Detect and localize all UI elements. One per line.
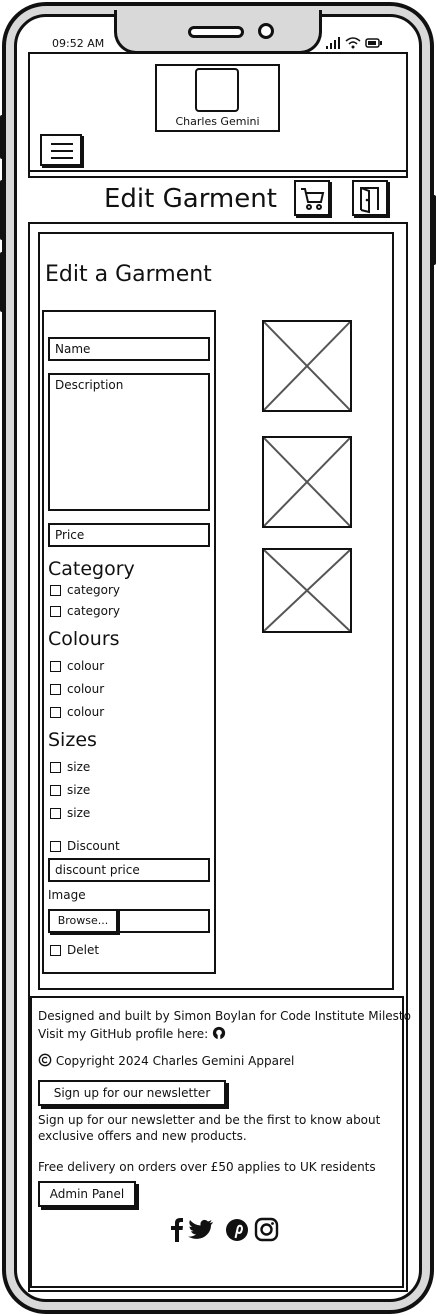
delete-checkbox[interactable]: Delet [50, 943, 99, 957]
browse-button[interactable]: Browse... [48, 909, 118, 933]
copyright-line: Copyright 2024 Charles Gemini Apparel [38, 1053, 294, 1069]
facebook-icon[interactable] [171, 1218, 183, 1242]
price-input[interactable]: Price [48, 523, 210, 547]
description-textarea[interactable]: Description [48, 373, 210, 511]
signal-wifi-battery-icon [326, 37, 382, 49]
image-placeholder-icon [263, 437, 351, 527]
github-line: Visit my GitHub profile here: [38, 1026, 226, 1042]
logout-button[interactable] [352, 180, 388, 216]
page-title: Edit Garment [104, 184, 277, 214]
copyright-text: Copyright 2024 Charles Gemini Apparel [55, 1054, 295, 1068]
phone-side-button [0, 115, 5, 159]
logo-image-icon [195, 68, 239, 112]
phone-side-button [0, 180, 5, 240]
hamburger-menu-icon [51, 150, 73, 152]
discount-checkbox[interactable]: Discount [50, 839, 120, 853]
phone-speaker [188, 26, 244, 38]
instagram-icon[interactable] [254, 1217, 279, 1242]
name-input[interactable]: Name [48, 337, 210, 361]
size-checkbox[interactable]: size [50, 783, 90, 797]
category-checkbox[interactable]: category [50, 583, 120, 597]
colours-heading: Colours [48, 628, 120, 650]
cart-button[interactable] [294, 180, 330, 216]
pinterest-icon[interactable] [226, 1219, 248, 1241]
hamburger-menu-icon [51, 143, 73, 145]
colour-checkbox[interactable]: colour [50, 682, 104, 696]
image-placeholder-icon [263, 321, 351, 411]
twitter-icon[interactable] [188, 1219, 213, 1239]
discount-price-input[interactable]: discount price [48, 858, 210, 882]
menu-button[interactable] [40, 134, 82, 166]
colour-checkbox[interactable]: colour [50, 659, 104, 673]
status-time: 09:52 AM [52, 37, 105, 50]
garment-image-placeholder [262, 548, 352, 633]
size-checkbox[interactable]: size [50, 760, 90, 774]
form-heading: Edit a Garment [45, 262, 212, 287]
cart-icon [301, 188, 325, 210]
footer-credits: Designed and built by Simon Boylan for C… [38, 1009, 411, 1023]
newsletter-text: exclusive offers and new products. [38, 1129, 247, 1143]
status-icons [326, 36, 386, 53]
copyright-icon [38, 1053, 52, 1067]
admin-panel-button[interactable]: Admin Panel [38, 1181, 136, 1207]
newsletter-button[interactable]: Sign up for our newsletter [38, 1080, 226, 1106]
logout-door-icon [360, 187, 379, 214]
hamburger-menu-icon [51, 157, 73, 159]
sizes-heading: Sizes [48, 729, 97, 751]
newsletter-text: Sign up for our newsletter and be the fi… [38, 1113, 381, 1127]
image-label: Image [48, 888, 86, 902]
delivery-text: Free delivery on orders over £50 applies… [38, 1160, 376, 1174]
phone-side-button [431, 195, 436, 265]
garment-image-placeholder [262, 436, 352, 528]
category-checkbox[interactable]: category [50, 604, 120, 618]
phone-side-button [0, 252, 5, 312]
logo-text: Charles Gemini [175, 115, 260, 128]
phone-camera [258, 23, 274, 39]
garment-image-placeholder [262, 320, 352, 412]
image-placeholder-icon [263, 549, 351, 632]
category-heading: Category [48, 558, 135, 580]
header-divider [28, 170, 408, 172]
github-text: Visit my GitHub profile here: [38, 1027, 209, 1041]
social-links [164, 1216, 280, 1244]
github-icon[interactable] [212, 1026, 226, 1040]
size-checkbox[interactable]: size [50, 806, 90, 820]
colour-checkbox[interactable]: colour [50, 705, 104, 719]
